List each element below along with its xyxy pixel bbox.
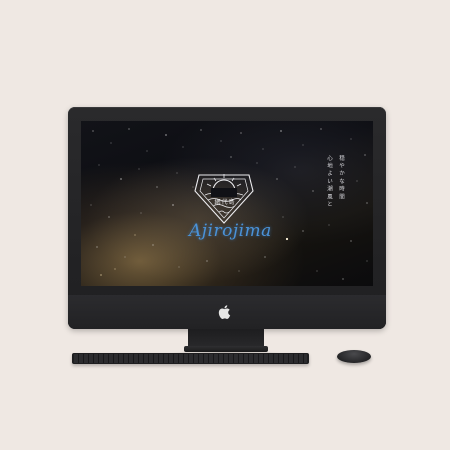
keyboard (72, 353, 309, 364)
monitor-stand-foot (184, 346, 268, 352)
brand-logo-text: Ajirojima (189, 221, 272, 241)
tagline-line-2: 穏やかな時間 (338, 155, 344, 202)
monitor-chin (68, 295, 386, 329)
monitor-screen: 網代島 Ajirojima 心地よい潮風と 穏やかな時間 (81, 121, 373, 286)
mockup-scene: 網代島 Ajirojima 心地よい潮風と 穏やかな時間 (0, 0, 450, 450)
mouse (337, 350, 371, 363)
emblem-label: 網代島 (214, 199, 236, 206)
tagline-line-1: 心地よい潮風と (326, 155, 332, 209)
keyboard-keys (74, 354, 307, 363)
apple-icon (218, 305, 231, 320)
